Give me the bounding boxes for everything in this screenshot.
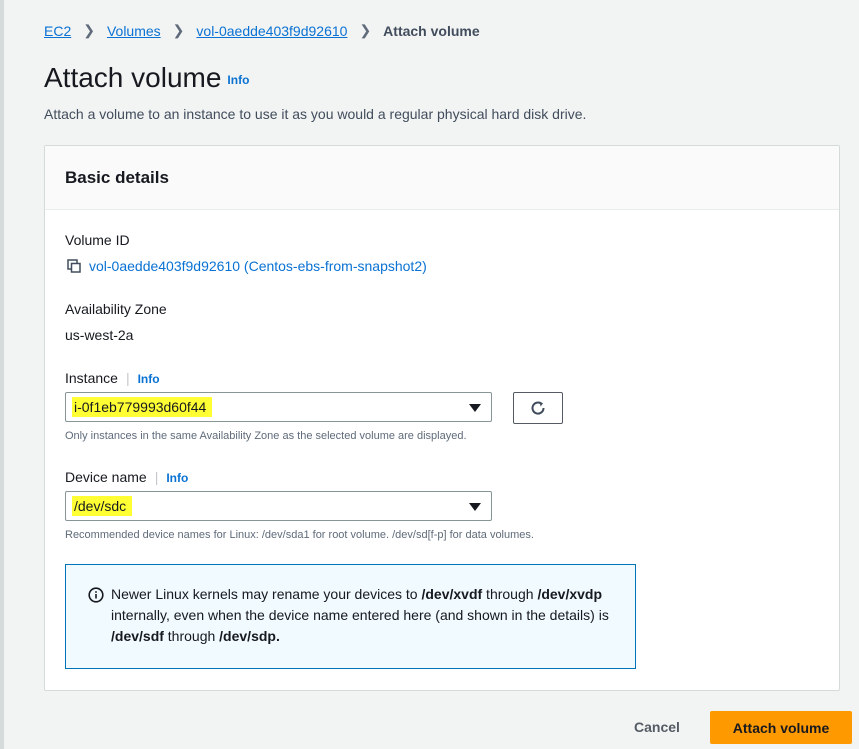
chevron-right-icon: ❯ — [172, 22, 185, 38]
volume-id-label: Volume ID — [65, 232, 130, 248]
alert-path-sdp: /dev/sdp. — [219, 628, 280, 644]
copy-icon[interactable] — [67, 259, 81, 273]
availability-zone-value: us-west-2a — [65, 327, 134, 343]
page-title-text: Attach volume — [44, 62, 222, 93]
label-divider: | — [154, 469, 159, 485]
chevron-right-icon: ❯ — [83, 22, 95, 38]
volume-id-value[interactable]: vol-0aedde403f9d92610 (Centos-ebs-from-s… — [89, 258, 427, 274]
info-circle-icon — [88, 587, 104, 603]
basic-details-panel: Basic details Volume ID vol-0aedde403f9d… — [44, 145, 840, 691]
breadcrumb-current: Attach volume — [383, 22, 480, 39]
instance-label: Instance | Info — [65, 370, 160, 386]
alert-text: Newer Linux kernels may rename your devi… — [111, 584, 621, 647]
cancel-button[interactable]: Cancel — [634, 719, 680, 735]
volume-id-link[interactable]: vol-0aedde403f9d92610 (Centos-ebs-from-s… — [67, 258, 427, 274]
caret-down-icon — [469, 503, 481, 511]
device-name-hint: Recommended device names for Linux: /dev… — [65, 529, 534, 541]
panel-title: Basic details — [65, 168, 169, 187]
title-info-link[interactable]: Info — [227, 73, 249, 87]
device-name-info-link[interactable]: Info — [166, 471, 188, 485]
availability-zone-label: Availability Zone — [65, 301, 167, 317]
device-name-label: Device name | Info — [65, 469, 188, 485]
caret-down-icon — [469, 404, 481, 412]
device-name-select-value: /dev/sdc — [72, 496, 133, 516]
attach-volume-button[interactable]: Attach volume — [710, 711, 852, 744]
alert-text-1: Newer Linux kernels may rename your devi… — [111, 586, 422, 602]
left-border — [0, 0, 4, 749]
instance-select[interactable]: i-0f1eb779993d60f44 — [65, 392, 492, 422]
info-alert: Newer Linux kernels may rename your devi… — [65, 564, 636, 669]
page-title: Attach volume Info — [44, 62, 249, 94]
alert-text-2: through — [482, 586, 538, 602]
page-description: Attach a volume to an instance to use it… — [44, 106, 587, 122]
label-divider: | — [125, 370, 130, 386]
alert-path-xvdf: /dev/xvdf — [421, 586, 483, 602]
refresh-icon — [531, 401, 545, 415]
instance-select-value: i-0f1eb779993d60f44 — [72, 397, 213, 417]
breadcrumb-volumes[interactable]: Volumes — [107, 23, 161, 39]
alert-text-4: through — [163, 628, 220, 644]
instance-label-text: Instance — [65, 370, 118, 386]
refresh-button[interactable] — [513, 392, 563, 424]
alert-path-sdf: /dev/sdf — [111, 628, 164, 644]
device-name-label-text: Device name — [65, 469, 147, 485]
breadcrumb-ec2[interactable]: EC2 — [44, 23, 71, 39]
alert-text-3: internally, even when the device name en… — [111, 607, 609, 623]
device-name-select[interactable]: /dev/sdc — [65, 491, 492, 521]
breadcrumb-volume-id[interactable]: vol-0aedde403f9d92610 — [196, 23, 347, 39]
chevron-right-icon: ❯ — [359, 22, 372, 38]
panel-header: Basic details — [45, 146, 839, 210]
alert-path-xvdp: /dev/xvdp — [537, 586, 603, 602]
instance-info-link[interactable]: Info — [138, 372, 160, 386]
instance-hint: Only instances in the same Availability … — [65, 430, 467, 442]
breadcrumb: EC2 ❯ Volumes ❯ vol-0aedde403f9d92610 ❯ … — [44, 22, 480, 39]
